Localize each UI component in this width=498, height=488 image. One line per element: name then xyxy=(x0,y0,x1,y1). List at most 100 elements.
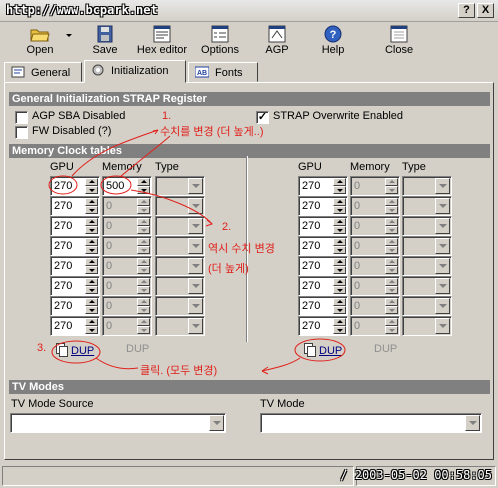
tab-general-label: General xyxy=(31,67,71,79)
left-gpu-clock-field[interactable]: 270 xyxy=(50,316,100,336)
dup-right-button[interactable]: DUP xyxy=(304,343,342,361)
spin-arrows-icon[interactable] xyxy=(137,198,150,214)
svg-text:?: ? xyxy=(330,29,337,41)
spin-arrows-icon[interactable] xyxy=(85,258,98,274)
right-gpu-header: GPU xyxy=(298,161,322,173)
left-gpu-clock-field-value: 270 xyxy=(54,180,73,192)
annotation-3-text: 클릭. (모두 변경) xyxy=(140,365,218,377)
help-title-button[interactable]: ? xyxy=(458,3,475,18)
spin-arrows-icon[interactable] xyxy=(85,178,98,194)
left-gpu-clock-field[interactable]: 270 xyxy=(50,296,100,316)
left-gpu-clock-field[interactable]: 270 xyxy=(50,216,100,236)
spin-arrows-icon[interactable] xyxy=(385,238,398,254)
spin-arrows-icon[interactable] xyxy=(85,198,98,214)
left-gpu-clock-field[interactable]: 270 xyxy=(50,196,100,216)
left-type-select xyxy=(155,236,205,256)
right-memory-clock-field: 0 xyxy=(350,296,400,316)
spin-arrows-icon[interactable] xyxy=(333,238,346,254)
right-type-select xyxy=(402,316,452,336)
spin-arrows-icon[interactable] xyxy=(85,318,98,334)
spin-arrows-icon[interactable] xyxy=(333,178,346,194)
right-type-select xyxy=(402,296,452,316)
spin-arrows-icon[interactable] xyxy=(137,318,150,334)
dup-left-button[interactable]: DUP xyxy=(56,343,94,361)
left-memory-clock-field: 0 xyxy=(102,236,152,256)
open-button[interactable]: Open xyxy=(18,23,62,59)
spin-arrows-icon[interactable] xyxy=(385,318,398,334)
right-gpu-clock-field[interactable]: 270 xyxy=(298,296,348,316)
status-cell-left xyxy=(2,466,354,486)
options-button[interactable]: Options xyxy=(196,23,244,59)
spin-arrows-icon[interactable] xyxy=(385,298,398,314)
tv-mode-select[interactable] xyxy=(260,413,482,433)
right-gpu-clock-field[interactable]: 270 xyxy=(298,216,348,236)
spin-arrows-icon[interactable] xyxy=(137,218,150,234)
right-memory-clock-field: 0 xyxy=(350,256,400,276)
close-button[interactable]: Close xyxy=(378,23,420,59)
general-tab-icon xyxy=(11,66,25,78)
chevron-down-icon xyxy=(188,258,203,274)
left-gpu-clock-field[interactable]: 270 xyxy=(50,176,100,196)
spin-arrows-icon[interactable] xyxy=(85,298,98,314)
right-gpu-clock-field[interactable]: 270 xyxy=(298,196,348,216)
spin-arrows-icon[interactable] xyxy=(333,198,346,214)
spin-arrows-icon[interactable] xyxy=(333,258,346,274)
right-memory-clock-field: 0 xyxy=(350,276,400,296)
spin-arrows-icon[interactable] xyxy=(333,318,346,334)
chevron-down-icon xyxy=(188,198,203,214)
options-label: Options xyxy=(201,44,239,56)
right-gpu-clock-field[interactable]: 270 xyxy=(298,176,348,196)
help-button[interactable]: ? Help xyxy=(314,23,352,59)
spin-arrows-icon[interactable] xyxy=(137,258,150,274)
annotation-3-number: 3. xyxy=(37,342,47,354)
right-gpu-clock-field[interactable]: 270 xyxy=(298,276,348,296)
spin-arrows-icon[interactable] xyxy=(385,178,398,194)
hex-editor-button[interactable]: Hex editor xyxy=(132,23,192,59)
open-dropdown-button[interactable] xyxy=(62,23,76,59)
save-button[interactable]: Save xyxy=(84,23,126,59)
spin-arrows-icon[interactable] xyxy=(85,238,98,254)
fonts-tab-icon: AB xyxy=(195,66,209,78)
left-memory-clock-field-value: 0 xyxy=(106,240,113,252)
tab-initialization[interactable]: Initialization xyxy=(84,60,186,83)
spin-arrows-icon[interactable] xyxy=(385,218,398,234)
left-gpu-clock-field[interactable]: 270 xyxy=(50,236,100,256)
spin-arrows-icon[interactable] xyxy=(385,258,398,274)
chevron-down-icon xyxy=(188,298,203,314)
left-memory-clock-field[interactable]: 500 xyxy=(102,176,152,196)
spin-arrows-icon[interactable] xyxy=(137,278,150,294)
chevron-down-icon xyxy=(435,318,450,334)
spin-arrows-icon[interactable] xyxy=(85,218,98,234)
spin-arrows-icon[interactable] xyxy=(333,298,346,314)
right-gpu-clock-field-value: 270 xyxy=(302,260,321,272)
left-memory-clock-field: 0 xyxy=(102,276,152,296)
hex-editor-label: Hex editor xyxy=(136,44,188,56)
strap-overwrite-label: STRAP Overwrite Enabled xyxy=(273,110,404,122)
spin-arrows-icon[interactable] xyxy=(333,278,346,294)
spin-arrows-icon[interactable] xyxy=(333,218,346,234)
right-gpu-clock-field[interactable]: 270 xyxy=(298,236,348,256)
left-gpu-clock-field-value: 270 xyxy=(54,320,73,332)
spin-arrows-icon[interactable] xyxy=(137,238,150,254)
chevron-down-icon xyxy=(66,34,72,37)
spin-arrows-icon[interactable] xyxy=(137,298,150,314)
right-gpu-clock-field[interactable]: 270 xyxy=(298,316,348,336)
right-gpu-clock-field[interactable]: 270 xyxy=(298,256,348,276)
agp-button[interactable]: AGP xyxy=(258,23,296,59)
right-memory-clock-field-value: 0 xyxy=(354,280,361,292)
tab-fonts[interactable]: AB Fonts xyxy=(188,62,258,82)
initialization-tab-icon xyxy=(92,64,104,76)
agp-sba-checkbox[interactable] xyxy=(15,111,28,124)
left-gpu-clock-field[interactable]: 270 xyxy=(50,256,100,276)
left-gpu-clock-field[interactable]: 270 xyxy=(50,276,100,296)
fw-disabled-checkbox[interactable] xyxy=(15,126,28,139)
spin-arrows-icon[interactable] xyxy=(385,278,398,294)
spin-arrows-icon[interactable] xyxy=(385,198,398,214)
spin-arrows-icon[interactable] xyxy=(137,178,150,194)
tab-general[interactable]: General xyxy=(4,62,82,82)
spin-arrows-icon[interactable] xyxy=(85,278,98,294)
tv-source-select[interactable] xyxy=(10,413,226,433)
close-title-button[interactable]: X xyxy=(477,3,494,18)
tab-fonts-label: Fonts xyxy=(215,67,243,79)
left-memory-clock-field: 0 xyxy=(102,256,152,276)
